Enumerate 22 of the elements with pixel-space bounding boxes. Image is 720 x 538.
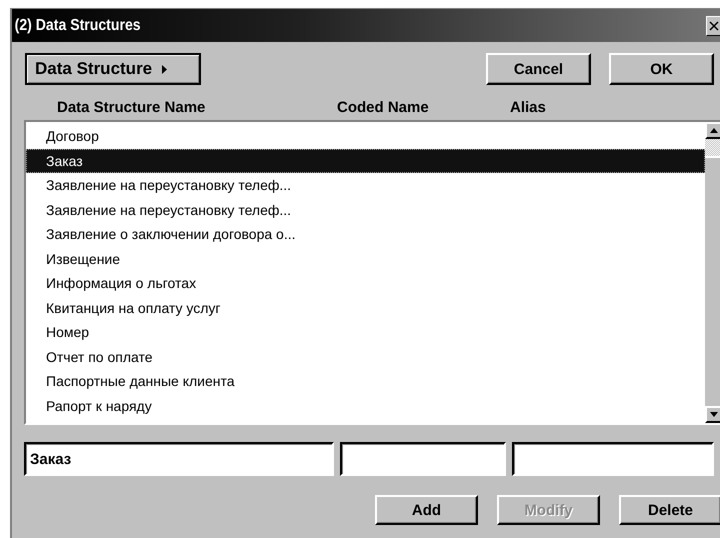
input-field[interactable]: Заказ xyxy=(24,442,334,476)
column-header: Data Structure Name xyxy=(57,99,206,116)
column-header: Alias xyxy=(510,99,546,116)
list-item[interactable]: Заявление на переустановку телеф... xyxy=(26,173,705,198)
dialog-button[interactable]: OK xyxy=(609,53,714,85)
dialog-button[interactable]: Cancel xyxy=(486,53,591,85)
list-item[interactable]: Договор xyxy=(26,124,705,148)
list-item[interactable]: Квитанция на оплату услуг xyxy=(26,296,705,320)
list-item[interactable]: Заявление на переустановку телеф... xyxy=(26,198,705,222)
list-item[interactable]: Заказ xyxy=(26,148,705,173)
dialog-button[interactable]: Add xyxy=(375,495,478,525)
list-item[interactable]: Информация о льготах xyxy=(26,271,705,296)
column-header: Coded Name xyxy=(337,99,430,116)
window-title: (2) Data Structures xyxy=(14,16,141,34)
list-item[interactable]: Паспортные данные клиента xyxy=(26,369,705,394)
dialog-button[interactable]: Delete xyxy=(619,495,720,525)
list-item[interactable]: Отчет по оплате xyxy=(26,344,705,369)
list-item[interactable]: Извещение xyxy=(26,246,705,271)
list-item[interactable]: Рапорт к наряду xyxy=(26,394,705,418)
list-item[interactable]: Заявление о заключении договора о... xyxy=(26,222,705,246)
list-item[interactable]: Номер xyxy=(26,320,705,344)
menu-button[interactable]: Data Structure xyxy=(25,53,201,85)
